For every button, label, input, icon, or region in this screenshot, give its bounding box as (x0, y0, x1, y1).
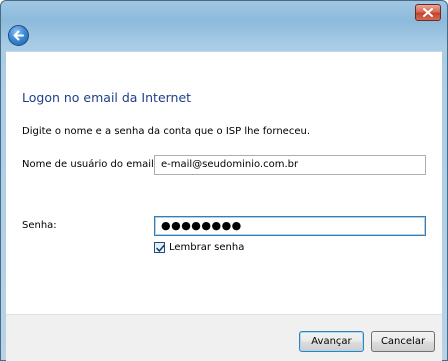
wizard-window: Logon no email da Internet Digite o nome… (0, 0, 448, 361)
wizard-footer: Avançar Cancelar (6, 314, 442, 361)
remember-password-checkbox[interactable] (154, 242, 165, 253)
checkmark-icon (156, 244, 165, 252)
back-button[interactable] (8, 25, 29, 46)
remember-password-label[interactable]: Lembrar senha (169, 242, 244, 253)
password-label: Senha: (22, 220, 57, 231)
close-button[interactable] (415, 4, 441, 21)
wizard-content: Logon no email da Internet Digite o nome… (6, 51, 442, 315)
back-arrow-icon (13, 30, 24, 41)
cancel-button[interactable]: Cancelar (371, 331, 435, 352)
email-label: Nome de usuário do email: (22, 159, 158, 170)
page-description: Digite o nome e a senha da conta que o I… (22, 126, 310, 137)
password-field[interactable]: ●●●●●●●● (154, 216, 426, 236)
email-field[interactable]: e-mail@seudominio.com.br (154, 155, 426, 175)
close-icon (423, 8, 433, 17)
page-title: Logon no email da Internet (22, 90, 192, 105)
next-button[interactable]: Avançar (299, 331, 364, 352)
